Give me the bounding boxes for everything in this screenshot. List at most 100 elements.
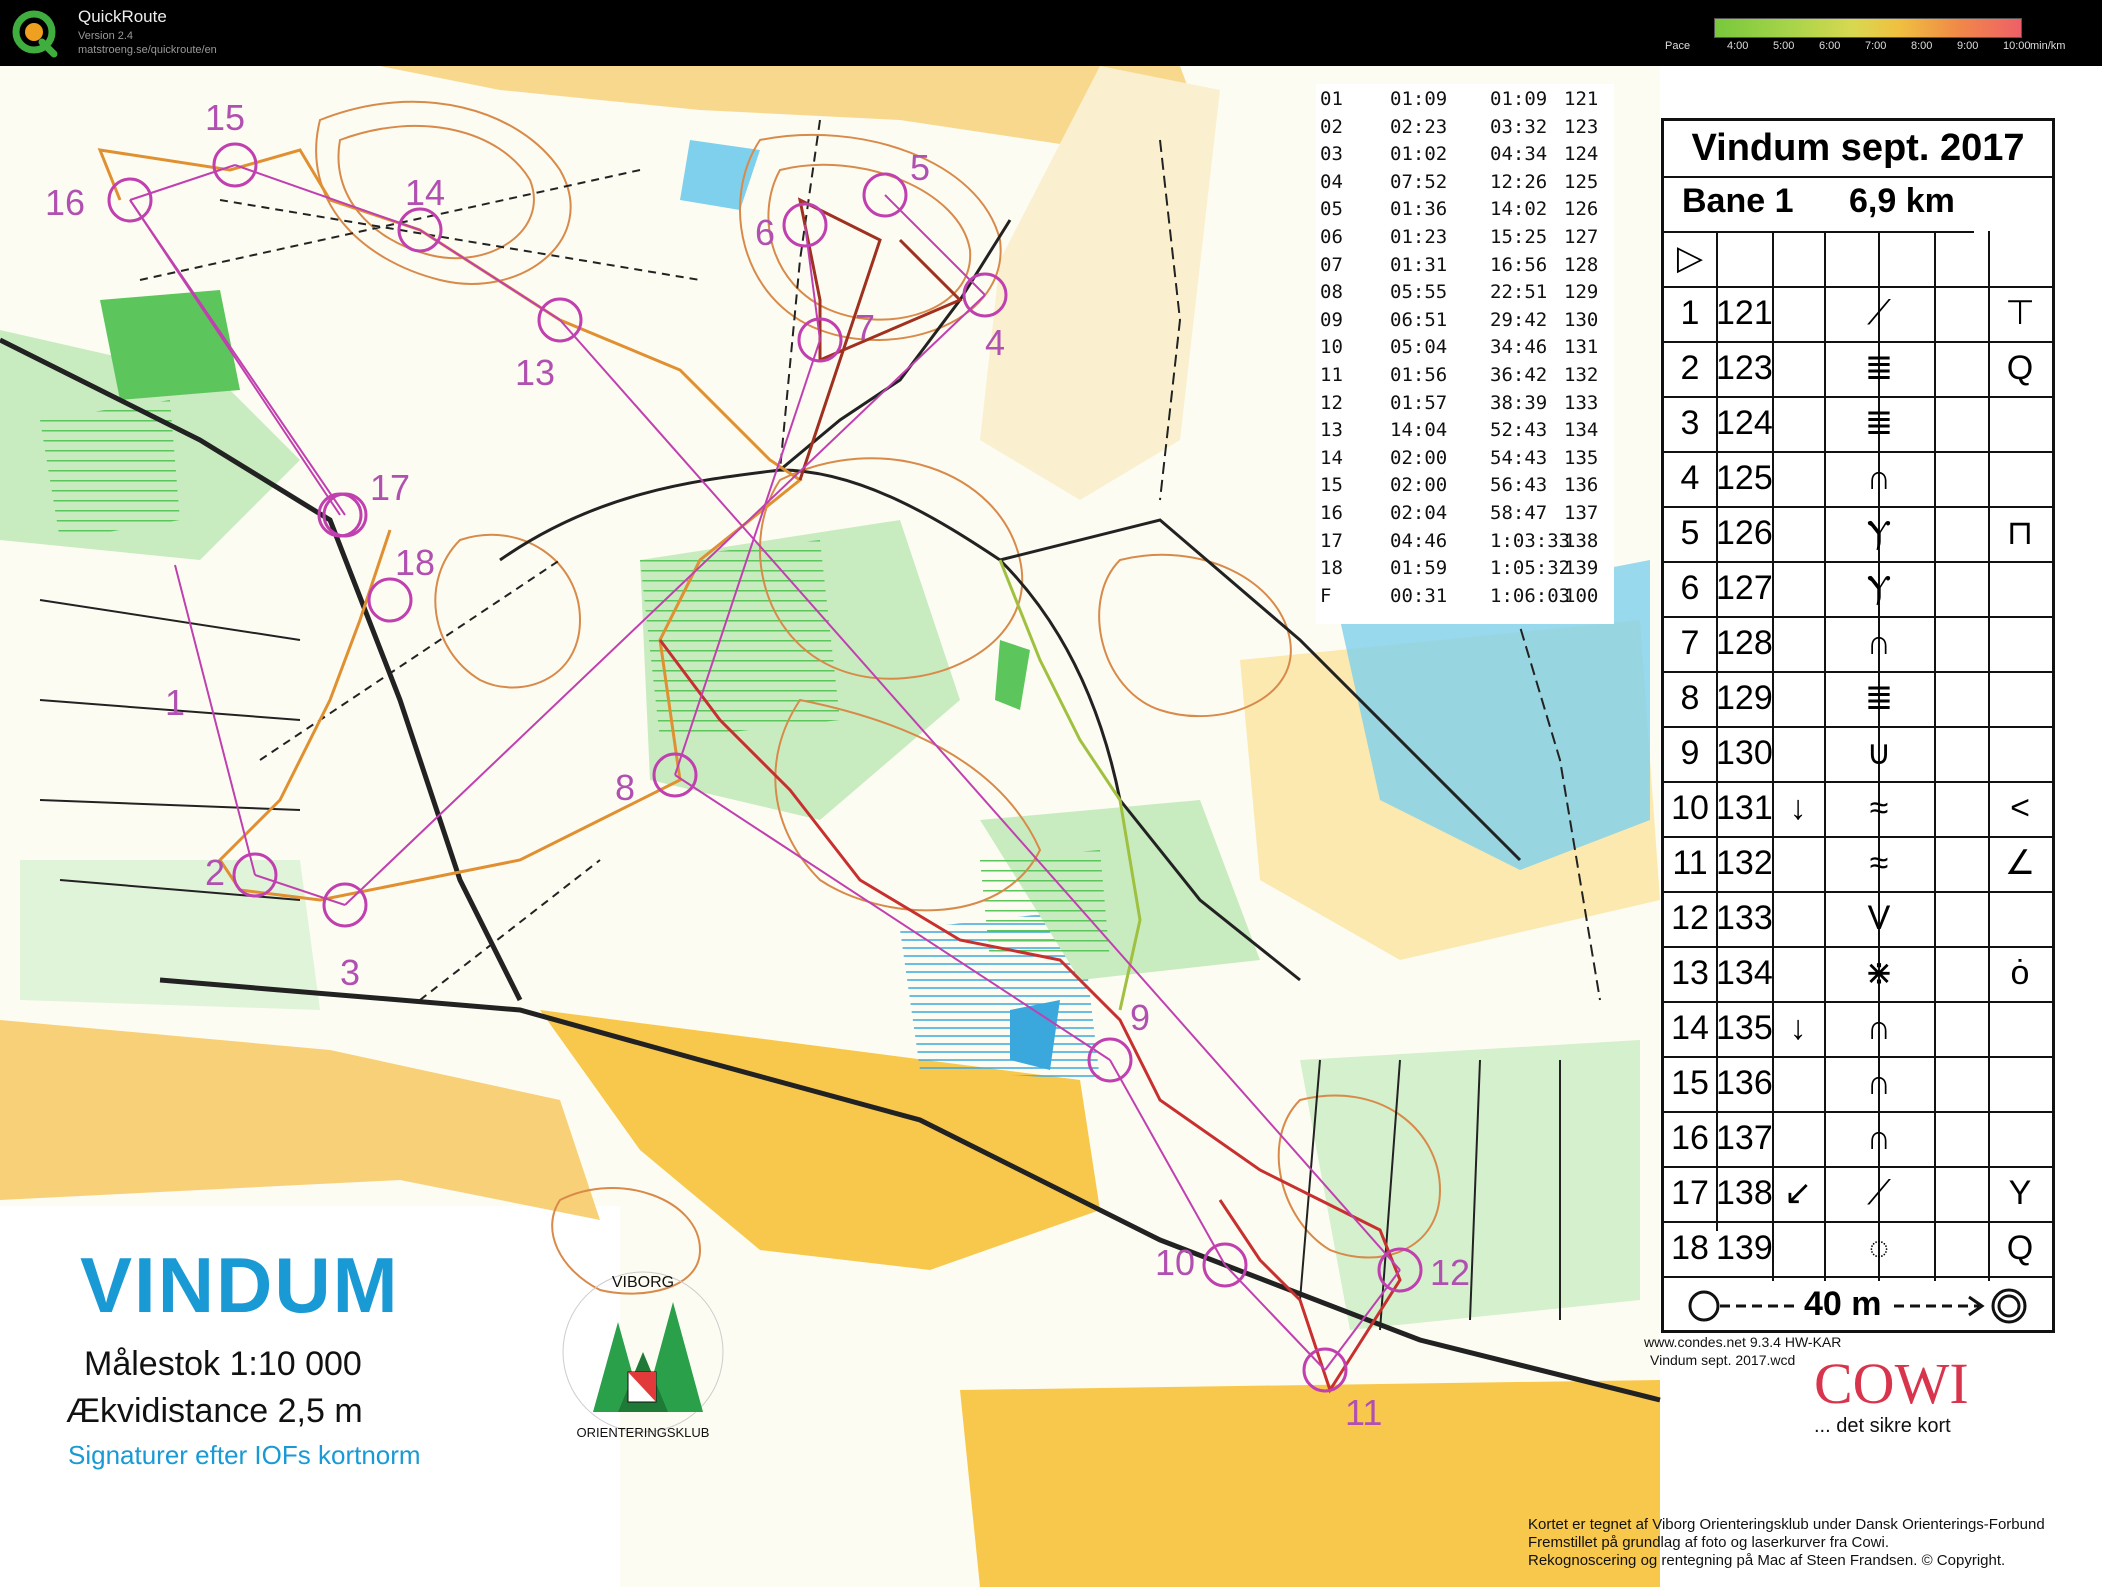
split-leg: 15 — [1320, 474, 1343, 497]
control-sequence: 8 — [1680, 679, 1700, 717]
direction-symbol — [1772, 946, 1824, 1001]
direction-symbol — [1772, 616, 1824, 671]
control-code: 127 — [1716, 569, 1773, 607]
split-code: 135 — [1564, 446, 1599, 469]
direction-symbol — [1772, 671, 1824, 726]
feature-symbol: ∩ — [1866, 1009, 1892, 1047]
control-code: 135 — [1716, 1009, 1773, 1047]
split-split: 14:04 — [1390, 419, 1448, 442]
direction-symbol: ↓ — [1789, 789, 1807, 827]
plantation — [980, 850, 1110, 960]
split-times-table: 01 01:09 01:09 121 02 02:23 03:32 123 03 01:02 04:… — [1316, 84, 1614, 624]
split-leg: 09 — [1320, 308, 1343, 331]
split-code: 124 — [1564, 143, 1599, 166]
control-sequence: 6 — [1680, 569, 1700, 607]
control-sequence: 10 — [1671, 789, 1709, 827]
split-code: 128 — [1564, 253, 1599, 276]
control-number: 12 — [1430, 1252, 1470, 1293]
split-split: 05:55 — [1390, 281, 1448, 304]
pace-tick: 10:00 — [2003, 40, 2031, 52]
control-description-row: 16 137 ∩ — [1664, 1111, 2052, 1168]
feature-symbol: ⟋ — [1867, 294, 1891, 332]
detail-symbol: ȯ — [2010, 954, 2030, 992]
split-leg: 18 — [1320, 557, 1343, 580]
control-description-row: 3 124 ≣ — [1664, 396, 2052, 453]
feature-symbol: Ⲩ — [1866, 514, 1892, 552]
split-leg: 01 — [1320, 88, 1343, 110]
control-description-row: 1 121 ⟋ ⊤ — [1664, 286, 2052, 343]
detail-symbol — [1988, 1111, 2052, 1166]
app-title: QuickRoute — [78, 7, 167, 26]
control-description-row: 6 127 Ⲩ — [1664, 561, 2052, 618]
detail-symbol — [1988, 891, 2052, 946]
feature-symbol: ∩ — [1866, 1119, 1892, 1157]
detail-symbol: ∠ — [2004, 844, 2036, 882]
split-split: 01:09 — [1390, 88, 1448, 110]
split-split: 02:00 — [1390, 474, 1448, 497]
split-code: 123 — [1564, 115, 1599, 138]
control-sequence: 15 — [1671, 1064, 1709, 1102]
split-split: 01:23 — [1390, 226, 1448, 248]
feature-symbol: ⋇ — [1864, 954, 1894, 992]
control-number: 2 — [205, 852, 225, 893]
club-name-top: VIBORG — [612, 1274, 674, 1291]
dense-forest — [100, 290, 240, 400]
split-split: 01:02 — [1390, 143, 1448, 166]
direction-symbol — [1772, 396, 1824, 451]
split-split: 01:59 — [1390, 557, 1448, 580]
control-code: 132 — [1716, 844, 1773, 882]
split-leg: 06 — [1320, 226, 1343, 248]
sponsor-logo: COWI — [1814, 1351, 1969, 1416]
split-split: 01:56 — [1390, 364, 1448, 386]
detail-symbol: < — [2010, 789, 2030, 827]
control-sequence: 17 — [1671, 1174, 1709, 1212]
control-number: 15 — [205, 97, 245, 138]
control-description-row: 17 138 ↙ ⟋ Y — [1664, 1166, 2052, 1223]
finish-distance: 40 m — [1804, 1285, 1882, 1323]
split-code: 139 — [1564, 557, 1599, 580]
split-code: 125 — [1564, 170, 1599, 193]
credit-line: Fremstillet på grundlag af foto og laser… — [1528, 1534, 1889, 1551]
split-leg: 14 — [1320, 446, 1343, 469]
split-total: 1:03:33 — [1490, 529, 1571, 552]
control-sequence: 2 — [1680, 349, 1700, 387]
direction-symbol — [1772, 1111, 1824, 1166]
club-logo: VIBORG ORIENTERINGSKLUB — [562, 1271, 724, 1440]
split-total: 14:02 — [1490, 198, 1548, 221]
control-number: 3 — [340, 952, 360, 993]
control-sequence: 7 — [1680, 624, 1700, 662]
credit-line: Rekognoscering og rentegning på Mac af S… — [1528, 1552, 2006, 1569]
control-description-row: 14 135 ↓ ∩ — [1664, 1001, 2052, 1058]
split-split: 04:46 — [1390, 529, 1448, 552]
control-number: 17 — [370, 467, 410, 508]
pace-label: Pace — [1665, 40, 1691, 52]
split-total: 54:43 — [1490, 446, 1548, 469]
split-total: 01:09 — [1490, 88, 1548, 110]
split-code: 100 — [1564, 584, 1599, 607]
control-code: 133 — [1716, 899, 1773, 937]
split-leg: 13 — [1320, 419, 1343, 442]
feature-symbol: ≈ — [1869, 789, 1889, 827]
split-code: 132 — [1564, 364, 1599, 386]
pace-color-scale[interactable] — [1714, 18, 2022, 38]
split-leg: 11 — [1320, 364, 1343, 386]
start-row: ▷ — [1664, 231, 2052, 288]
club-name-bottom: ORIENTERINGSKLUB — [577, 1425, 710, 1440]
control-sequence: 16 — [1671, 1119, 1709, 1157]
split-total: 16:56 — [1490, 253, 1548, 276]
split-leg: 16 — [1320, 502, 1343, 524]
split-leg: 04 — [1320, 170, 1343, 193]
feature-symbol: ≈ — [1869, 844, 1889, 882]
control-code: 126 — [1716, 514, 1773, 552]
split-code: 131 — [1564, 336, 1599, 359]
start-triangle-icon: ▷ — [1676, 239, 1704, 277]
split-leg: 07 — [1320, 253, 1343, 276]
split-total: 34:46 — [1490, 336, 1548, 359]
split-leg: 10 — [1320, 336, 1343, 359]
split-code: 136 — [1564, 474, 1599, 497]
course-header: Bane 1 6,9 km — [1664, 176, 1974, 233]
detail-symbol — [1988, 451, 2052, 506]
split-total: 52:43 — [1490, 419, 1548, 442]
split-leg: 08 — [1320, 281, 1343, 304]
split-split: 07:52 — [1390, 170, 1448, 193]
